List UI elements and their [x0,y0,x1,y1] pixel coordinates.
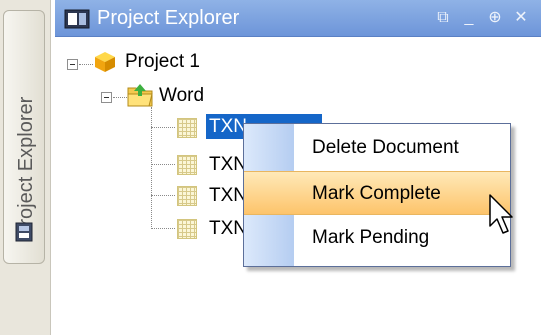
document-label: TXN [209,185,247,206]
panel-title: Project Explorer [97,7,240,29]
menu-item-label: Mark Complete [312,183,441,204]
document-label: TXN [209,218,247,239]
project-label: Project 1 [125,51,200,72]
context-menu: Delete Document Mark Complete Mark Pendi… [243,123,511,267]
panel-controls: ⧉ _ ⊕ ✕ [435,7,529,29]
tree-node-folder[interactable]: Word [159,82,204,110]
panel-titlebar[interactable]: Project Explorer ⧉ _ ⊕ ✕ [55,0,541,37]
side-tab-label: Project Explorer [15,96,37,239]
pin-icon[interactable]: ⊕ [487,10,503,26]
collapse-folder-toggle[interactable] [101,92,112,103]
restore-icon[interactable]: ⧉ [435,10,451,26]
menu-item-delete-document[interactable]: Delete Document [244,126,510,170]
mouse-cursor-icon [489,194,513,234]
minimize-icon[interactable]: _ [461,10,477,26]
close-icon[interactable]: ✕ [513,10,529,26]
folder-icon [127,84,153,107]
folder-label: Word [159,85,205,106]
side-tab-strip: Project Explorer [0,0,51,335]
document-icon [177,219,197,239]
document-label: TXN [209,154,247,175]
menu-item-label: Delete Document [312,137,459,158]
document-icon [177,155,197,175]
document-icon [177,186,197,206]
collapse-project-toggle[interactable] [67,59,78,70]
document-icon [177,118,197,138]
menu-item-label: Mark Pending [312,227,430,248]
tree-node-project[interactable]: Project 1 [125,48,200,76]
panel-icon [15,222,33,242]
menu-item-mark-complete[interactable]: Mark Complete [244,171,510,215]
tree-node-document[interactable]: TXN [209,182,247,210]
project-cube-icon [95,52,115,72]
project-explorer-side-tab[interactable]: Project Explorer [3,10,45,264]
panel-icon [64,9,90,29]
tree-node-document[interactable]: TXN [209,215,247,243]
tree-node-document[interactable]: TXN [209,151,247,179]
document-label: TXN [209,116,247,137]
menu-item-mark-pending[interactable]: Mark Pending [244,216,510,260]
